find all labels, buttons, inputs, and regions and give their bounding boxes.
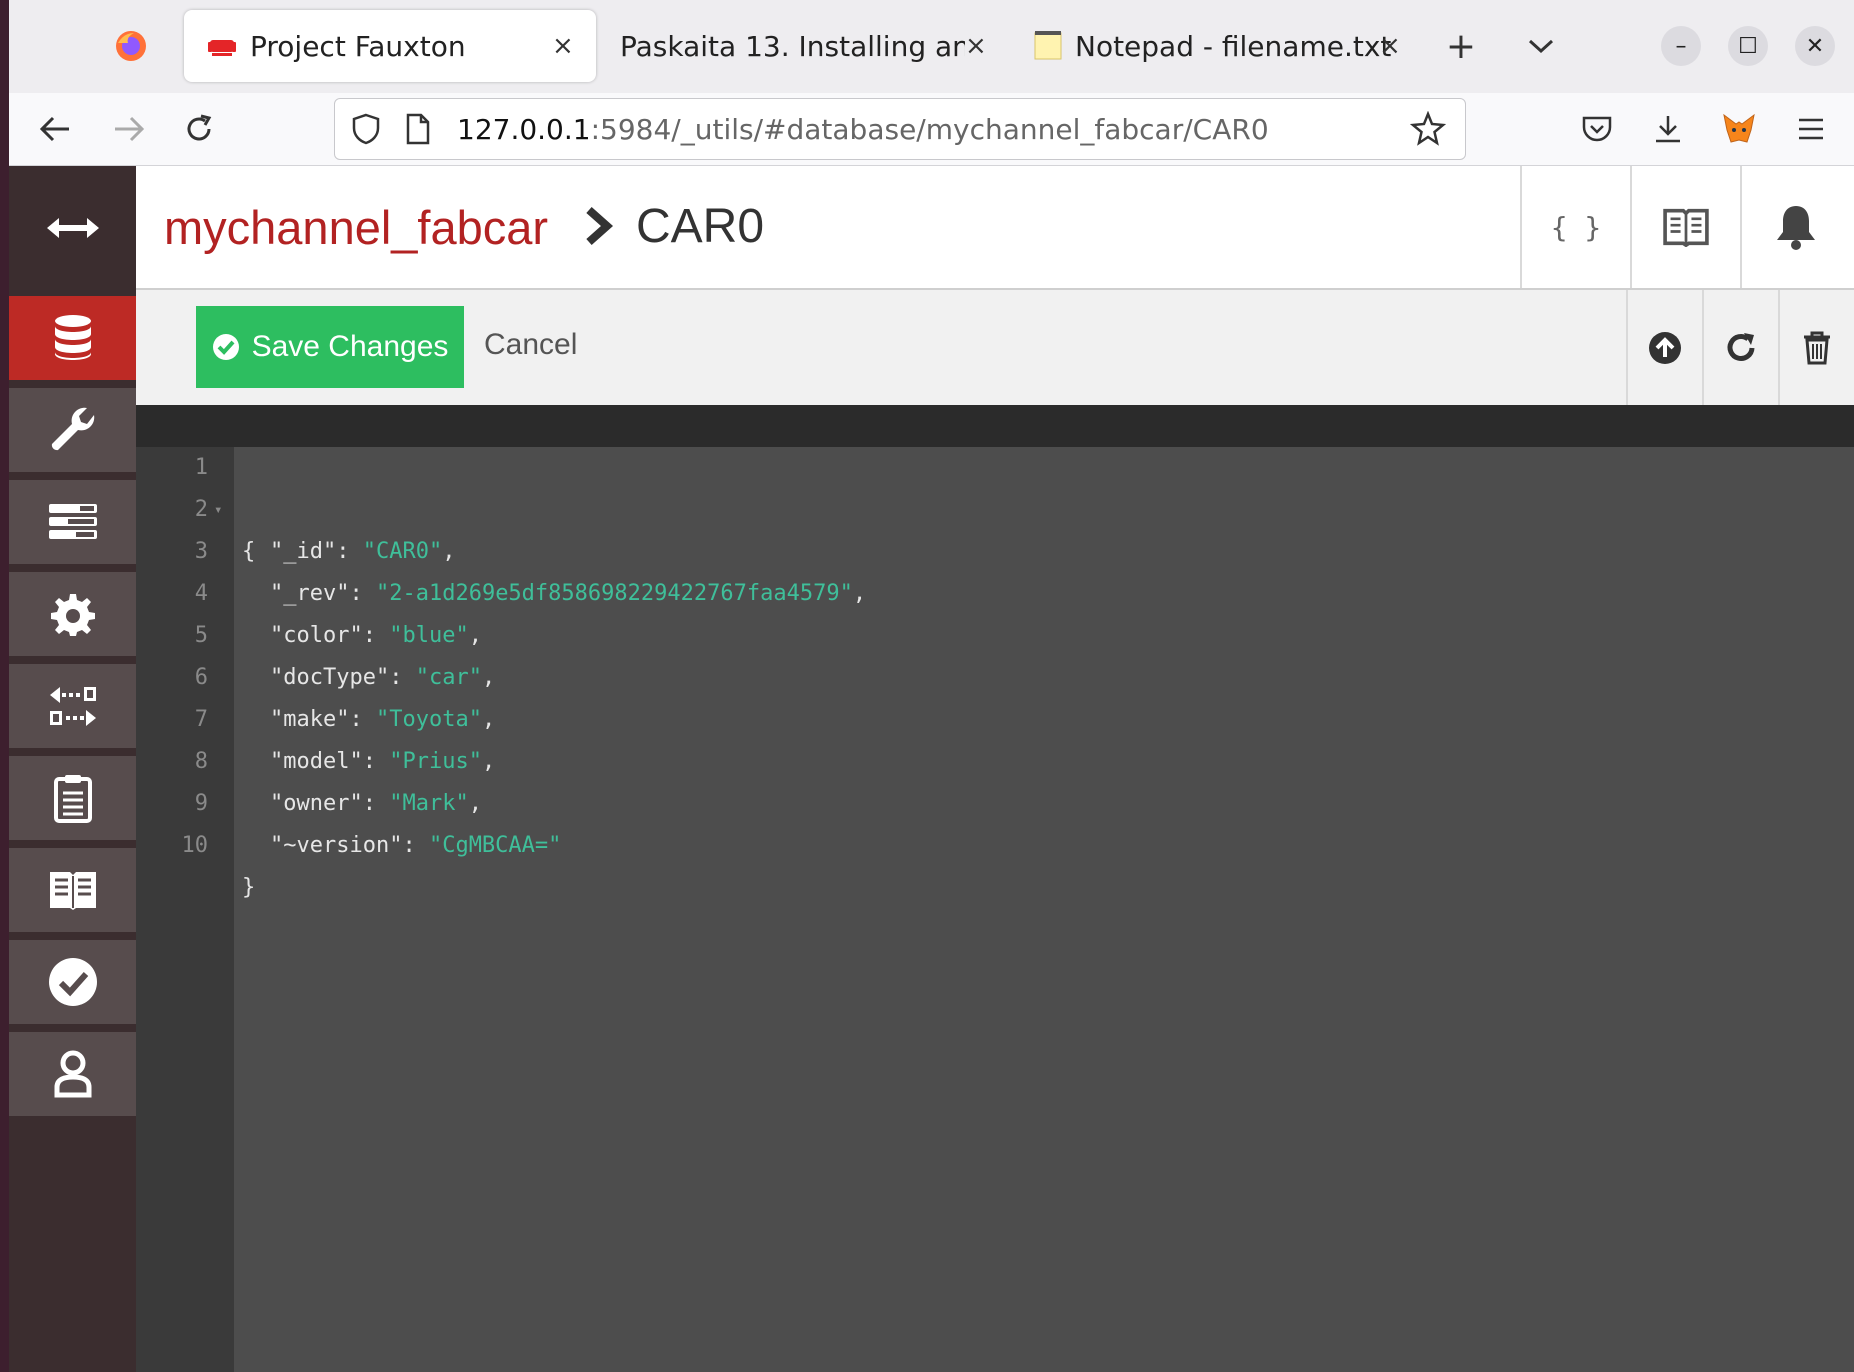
arrows-horizontal-icon	[46, 218, 99, 238]
notifications-button[interactable]	[1740, 166, 1850, 288]
downloads-icon[interactable]	[1646, 107, 1690, 151]
sidebar-item-setup[interactable]	[9, 388, 136, 476]
tab-project-fauxton[interactable]: Project Fauxton ×	[184, 10, 596, 82]
tab-title: Paskaita 13. Installing and	[620, 29, 965, 63]
code-line[interactable]: 7 "model": "Prius",	[136, 657, 1854, 774]
back-button[interactable]	[33, 107, 77, 151]
tab-close-icon[interactable]: ×	[1379, 31, 1401, 61]
tab-close-icon[interactable]: ×	[552, 31, 574, 61]
desktop-edge	[0, 0, 9, 1372]
code-line[interactable]: 2 "_id": "CAR0",	[136, 447, 1854, 564]
code-line[interactable]: 3 "_rev": "2-a1d269e5df858698229422767fa…	[136, 489, 1854, 606]
tab-notepad[interactable]: Notepad - filename.txt ×	[1019, 10, 1419, 82]
clipboard-icon	[53, 775, 92, 823]
check-circle-icon	[48, 958, 97, 1006]
json-api-button[interactable]: { }	[1520, 166, 1630, 288]
document-toolbar: Save Changes Cancel	[136, 290, 1854, 405]
couchdb-favicon-icon	[208, 40, 236, 56]
book-icon	[49, 872, 96, 910]
sidebar-item-docs[interactable]	[9, 848, 136, 936]
tab-title: Notepad - filename.txt	[1075, 29, 1392, 63]
replication-icon	[49, 687, 96, 726]
sidebar-item-verify[interactable]	[9, 940, 136, 1028]
sidebar-item-config[interactable]	[9, 572, 136, 660]
document-header: mychannel_fabcar CAR0 { }	[136, 166, 1854, 290]
code-line[interactable]: 5 "docType": "car",	[136, 573, 1854, 690]
reload-button[interactable]	[177, 107, 221, 151]
url-path: :5984/_utils/#database/mychannel_fabcar/…	[590, 113, 1269, 146]
notepad-favicon-icon	[1034, 31, 1062, 60]
metamask-extension-icon[interactable]	[1717, 107, 1761, 151]
json-code-editor[interactable]: 1 ▾ { 2 "_id": "CAR0", 3 "_rev": "2-a1d2…	[136, 405, 1854, 1372]
window-maximize-button[interactable]: ☐	[1728, 26, 1768, 66]
url-host: 127.0.0.1	[457, 113, 591, 146]
sidebar-item-user[interactable]	[9, 1032, 136, 1120]
hamburger-menu-icon[interactable]	[1789, 107, 1833, 151]
window-minimize-button[interactable]: –	[1661, 26, 1701, 66]
delete-document-button[interactable]	[1778, 290, 1854, 405]
sidebar-item-replication[interactable]	[9, 664, 136, 752]
new-tab-button[interactable]: +	[1439, 24, 1483, 68]
upload-icon	[1649, 331, 1681, 364]
sidebar-toggle-button[interactable]	[9, 166, 136, 290]
check-circle-icon	[212, 334, 239, 360]
sidebar-item-databases[interactable]	[9, 296, 136, 384]
braces-icon: { }	[1550, 210, 1602, 244]
user-icon	[54, 1050, 91, 1098]
code-line[interactable]: 1 ▾ {	[136, 405, 1854, 564]
code-text: }	[242, 875, 256, 900]
code-line[interactable]: 6 "make": "Toyota",	[136, 615, 1854, 732]
gear-icon	[50, 594, 95, 636]
fauxton-sidebar	[9, 166, 136, 1372]
firefox-view-icon[interactable]	[109, 24, 153, 68]
code-line[interactable]: 4 "color": "blue",	[136, 531, 1854, 648]
database-icon	[54, 315, 91, 360]
url-bar[interactable]: 127.0.0.1:5984/_utils/#database/mychanne…	[334, 98, 1466, 160]
browser-nav-bar: 127.0.0.1:5984/_utils/#database/mychanne…	[9, 93, 1854, 166]
trash-icon	[1804, 331, 1830, 364]
tab-paskaita[interactable]: Paskaita 13. Installing and ×	[609, 10, 999, 82]
code-line[interactable]: 9 "~version": "CgMBCAA="	[136, 741, 1854, 858]
json-key: "~version"	[270, 833, 403, 858]
sidebar-item-documentation[interactable]	[9, 756, 136, 844]
clone-document-button[interactable]	[1702, 290, 1778, 405]
url-text[interactable]: 127.0.0.1:5984/_utils/#database/mychanne…	[457, 113, 1269, 146]
bookmark-star-icon[interactable]	[1410, 111, 1446, 147]
json-value: "CgMBCAA="	[428, 833, 562, 858]
tab-list-button[interactable]	[1519, 24, 1563, 68]
line-number: 10	[181, 833, 209, 858]
forward-button[interactable]	[107, 107, 151, 151]
book-icon	[1663, 208, 1709, 247]
shield-icon[interactable]	[351, 113, 381, 145]
sidebar-item-active-tasks[interactable]	[9, 480, 136, 568]
bell-icon	[1777, 206, 1815, 250]
save-changes-label: Save Changes	[251, 330, 449, 363]
breadcrumb-database-link[interactable]: mychannel_fabcar	[164, 200, 548, 255]
code-line[interactable]: 8 "owner": "Mark",	[136, 699, 1854, 816]
tab-title: Project Fauxton	[250, 29, 466, 63]
window-close-button[interactable]: ✕	[1795, 26, 1835, 66]
save-changes-button[interactable]: Save Changes	[196, 306, 464, 388]
list-icon	[48, 504, 97, 539]
browser-tab-bar: Project Fauxton × Paskaita 13. Installin…	[9, 0, 1854, 93]
cancel-button[interactable]: Cancel	[484, 328, 577, 362]
tab-close-icon[interactable]: ×	[965, 31, 987, 61]
chevron-right-icon	[586, 207, 614, 245]
wrench-icon	[51, 407, 94, 451]
upload-attachment-button[interactable]	[1626, 290, 1702, 405]
documentation-button[interactable]	[1630, 166, 1740, 288]
refresh-icon	[1727, 332, 1755, 361]
pocket-icon[interactable]	[1575, 107, 1619, 151]
code-line[interactable]: 10 }	[136, 783, 1854, 900]
page-icon[interactable]	[405, 113, 431, 145]
breadcrumb-document-id: CAR0	[636, 200, 765, 253]
